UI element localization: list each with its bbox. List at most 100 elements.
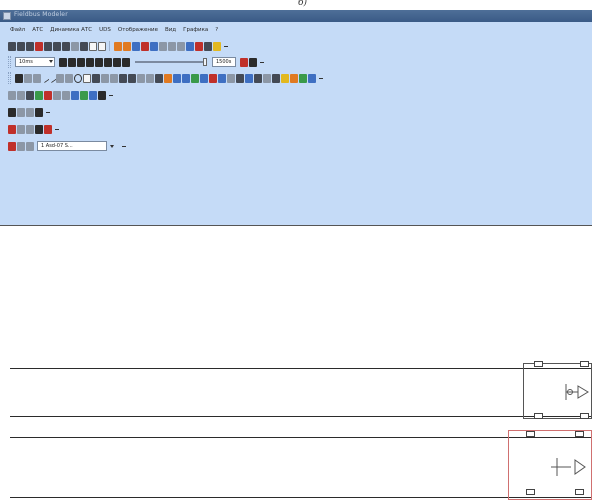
text-icon[interactable] <box>92 73 100 83</box>
redo-icon[interactable] <box>98 41 106 51</box>
speed-select[interactable]: 10ms <box>15 57 55 67</box>
menu-item-ats-dynamics[interactable]: Динамика АТС <box>50 27 92 33</box>
align-left-icon[interactable] <box>8 90 16 100</box>
bus-icon[interactable] <box>101 73 109 83</box>
terminal[interactable] <box>534 361 543 367</box>
rotate-icon[interactable] <box>17 107 25 117</box>
chart-icon[interactable] <box>155 73 163 83</box>
button-icon[interactable] <box>173 73 181 83</box>
step-back-icon[interactable] <box>68 57 76 67</box>
toolbar-overflow-icon[interactable] <box>109 95 113 96</box>
pin-icon[interactable] <box>33 73 41 83</box>
snap-icon[interactable] <box>141 41 149 51</box>
menu-item-display[interactable]: Отображение <box>118 27 158 33</box>
shape-green-icon[interactable] <box>299 73 307 83</box>
rotate-icon[interactable] <box>17 141 25 151</box>
rectangle-icon[interactable] <box>83 73 91 83</box>
align-middle-icon[interactable] <box>44 90 52 100</box>
counter-icon[interactable] <box>272 73 280 83</box>
hand-icon[interactable] <box>24 73 32 83</box>
group-icon[interactable] <box>168 41 176 51</box>
same-width-icon[interactable] <box>62 90 70 100</box>
valve-icon[interactable] <box>200 73 208 83</box>
toolbar-overflow-icon[interactable] <box>260 62 264 63</box>
lamp-icon[interactable] <box>182 73 190 83</box>
play-back-icon[interactable] <box>77 57 85 67</box>
cut-icon[interactable] <box>44 41 52 51</box>
caption-icon[interactable] <box>263 73 271 83</box>
stop-icon[interactable] <box>86 57 94 67</box>
node-icon[interactable] <box>110 73 118 83</box>
bus-line[interactable] <box>10 368 592 369</box>
time-slider[interactable] <box>135 57 207 67</box>
toolbar-overflow-icon[interactable] <box>55 129 59 130</box>
rewind-icon[interactable] <box>59 57 67 67</box>
align-top-icon[interactable] <box>35 90 43 100</box>
pen-icon[interactable] <box>26 107 34 117</box>
select-icon[interactable] <box>8 107 16 117</box>
gauge-icon[interactable] <box>227 73 235 83</box>
align-center-icon[interactable] <box>17 90 25 100</box>
preview-icon[interactable] <box>71 41 79 51</box>
terminal[interactable] <box>534 413 543 419</box>
rotate-icon[interactable] <box>17 124 25 134</box>
same-size-icon[interactable] <box>80 90 88 100</box>
menu-item-graphics[interactable]: Графика <box>183 27 208 33</box>
curve-icon[interactable] <box>65 73 73 83</box>
help-icon[interactable] <box>213 41 221 51</box>
print-setup-icon[interactable] <box>80 41 88 51</box>
label-icon[interactable] <box>236 73 244 83</box>
paint-icon[interactable] <box>44 124 52 134</box>
paste-icon[interactable] <box>62 41 70 51</box>
toolbar-grip[interactable] <box>8 56 11 68</box>
indicator-icon[interactable] <box>218 73 226 83</box>
pointer-icon[interactable] <box>15 73 23 83</box>
send-back-icon[interactable] <box>98 90 106 100</box>
pen-icon[interactable] <box>26 124 34 134</box>
text-tool-icon[interactable] <box>26 141 34 151</box>
device-block[interactable] <box>523 361 592 419</box>
distribute-icon[interactable] <box>159 41 167 51</box>
toolbar-grip[interactable] <box>8 72 11 84</box>
diagram-canvas[interactable] <box>0 225 592 500</box>
undo-icon[interactable] <box>89 41 97 51</box>
terminal[interactable] <box>580 413 589 419</box>
play-icon[interactable] <box>95 57 103 67</box>
block-b-icon[interactable] <box>128 73 136 83</box>
select-icon[interactable] <box>8 124 16 134</box>
pencil-icon[interactable] <box>195 41 203 51</box>
zoom-in-icon[interactable] <box>114 41 122 51</box>
toolbar-overflow-icon[interactable] <box>46 112 50 113</box>
terminal[interactable] <box>580 361 589 367</box>
switch-icon[interactable] <box>191 73 199 83</box>
window-titlebar[interactable]: Fieldbus Modeler <box>0 10 592 22</box>
time-input[interactable]: 1500s <box>212 57 236 67</box>
grid-icon[interactable] <box>132 41 140 51</box>
properties-icon[interactable] <box>177 41 185 51</box>
align-icon[interactable] <box>150 41 158 51</box>
tool-icon[interactable] <box>204 41 212 51</box>
align-bottom-icon[interactable] <box>53 90 61 100</box>
menu-item-file[interactable]: Файл <box>10 27 25 33</box>
shape-blue-icon[interactable] <box>308 73 316 83</box>
fill-icon[interactable] <box>35 107 43 117</box>
open-icon[interactable] <box>17 41 25 51</box>
toolbar-overflow-icon[interactable] <box>122 146 126 147</box>
device-block[interactable] <box>508 430 592 500</box>
stop-record-icon[interactable] <box>249 57 257 67</box>
bus-line[interactable] <box>10 497 592 498</box>
record-icon[interactable] <box>240 57 248 67</box>
bus-line[interactable] <box>10 437 592 438</box>
save-icon[interactable] <box>26 41 34 51</box>
terminal[interactable] <box>575 431 584 437</box>
bus-line[interactable] <box>10 416 592 417</box>
zoom-out-icon[interactable] <box>123 41 131 51</box>
block-a-icon[interactable] <box>119 73 127 83</box>
ellipse-icon[interactable] <box>74 73 82 83</box>
menu-item-view[interactable]: Вид <box>165 27 176 33</box>
terminal[interactable] <box>526 431 535 437</box>
shape-orange-icon[interactable] <box>290 73 298 83</box>
fill-icon[interactable] <box>35 124 43 134</box>
menu-item-help[interactable]: ? <box>215 27 218 33</box>
print-icon[interactable] <box>35 41 43 51</box>
